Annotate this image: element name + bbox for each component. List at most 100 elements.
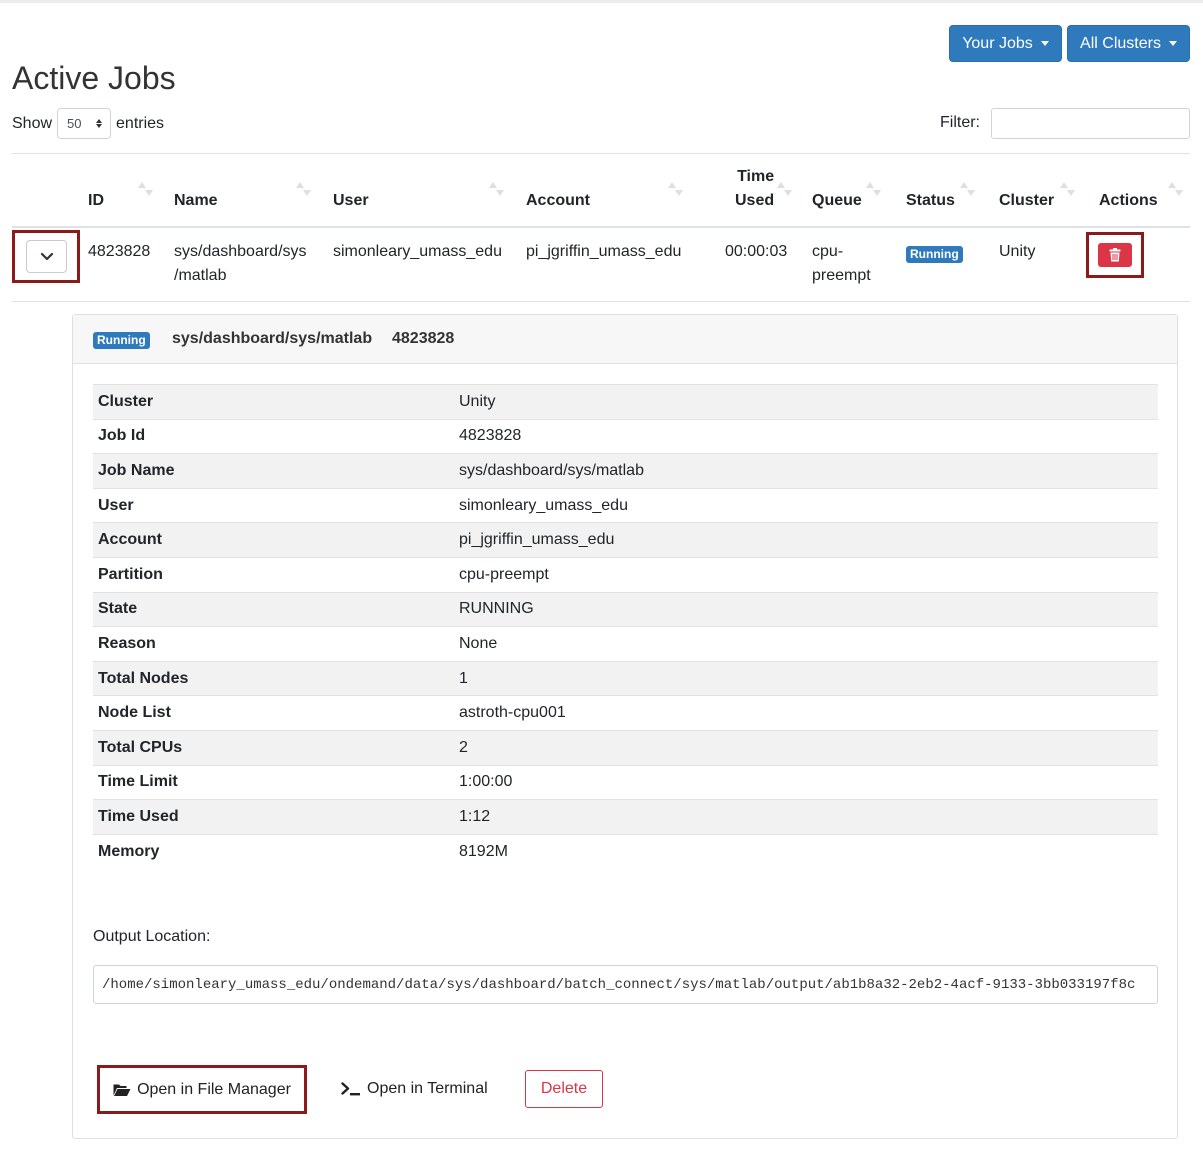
detail-key: Node List bbox=[93, 695, 454, 731]
filter-input[interactable] bbox=[991, 108, 1190, 139]
detail-key: Cluster bbox=[93, 384, 454, 420]
delete-job-button[interactable] bbox=[1098, 243, 1132, 267]
open-file-manager-label: Open in File Manager bbox=[137, 1080, 291, 1098]
job-details-header: Running sys/dashboard/sys/matlab 4823828 bbox=[73, 315, 1177, 364]
column-header-actions: Actions bbox=[1099, 192, 1158, 209]
detail-value: cpu-preempt bbox=[454, 556, 1158, 593]
detail-key: Job Id bbox=[93, 418, 454, 454]
detail-value: RUNNING bbox=[454, 591, 1158, 627]
job-name-line2: /matlab bbox=[174, 267, 227, 284]
open-terminal-label: Open in Terminal bbox=[367, 1080, 488, 1097]
caret-down-icon bbox=[1040, 41, 1049, 46]
detail-key: Time Used bbox=[93, 799, 454, 835]
job-name-cell: sys/dashboard/sys /matlab bbox=[174, 240, 307, 288]
table-row: Job Id 4823828 bbox=[93, 418, 1158, 454]
time-used-header-line2: Used bbox=[735, 192, 775, 209]
all-clusters-label: All Clusters bbox=[1080, 34, 1161, 52]
details-status-badge: Running bbox=[93, 332, 150, 349]
filter-label: Filter: bbox=[940, 114, 980, 131]
job-cluster-cell: Unity bbox=[999, 243, 1036, 260]
table-row: Memory 8192M bbox=[93, 833, 1158, 869]
table-row: User simonleary_umass_edu bbox=[93, 487, 1158, 523]
table-row: Node List astroth-cpu001 bbox=[93, 695, 1158, 731]
your-jobs-dropdown[interactable]: Your Jobs bbox=[949, 25, 1062, 62]
detail-key: Account bbox=[93, 522, 454, 558]
column-header-user[interactable]: User bbox=[333, 189, 369, 213]
status-badge: Running bbox=[906, 246, 963, 263]
file-manager-highlight: Open in File Manager bbox=[97, 1065, 307, 1114]
terminal-icon bbox=[341, 1082, 360, 1096]
detail-value: Unity bbox=[454, 384, 1158, 420]
job-account-cell: pi_jgriffin_umass_edu bbox=[526, 243, 682, 260]
trash-icon bbox=[1109, 248, 1121, 262]
output-location-path[interactable]: /home/simonleary_umass_edu/ondemand/data… bbox=[93, 965, 1158, 1004]
detail-value: 1:00:00 bbox=[454, 764, 1158, 800]
job-status-cell: Running bbox=[906, 242, 963, 266]
expand-highlight bbox=[12, 230, 80, 283]
sort-icon[interactable] bbox=[960, 182, 975, 198]
detail-key: Total CPUs bbox=[93, 729, 454, 766]
time-used-header-line1: Time bbox=[737, 168, 775, 185]
expand-row-button[interactable] bbox=[26, 240, 67, 273]
sort-icon[interactable] bbox=[777, 182, 792, 198]
column-header-time-used[interactable]: Time Used bbox=[735, 165, 774, 213]
detail-value: 1 bbox=[454, 660, 1158, 696]
sort-icon[interactable] bbox=[489, 182, 504, 198]
column-header-id[interactable]: ID bbox=[88, 189, 104, 213]
job-name-line1: sys/dashboard/sys bbox=[174, 243, 307, 260]
detail-value: 8192M bbox=[454, 833, 1158, 869]
job-queue-line1: cpu- bbox=[812, 243, 844, 260]
detail-value: pi_jgriffin_umass_edu bbox=[454, 522, 1158, 558]
table-row: Time Used 1:12 bbox=[93, 799, 1158, 835]
output-location-label: Output Location: bbox=[93, 928, 211, 945]
detail-key: State bbox=[93, 591, 454, 627]
chevron-down-icon bbox=[40, 252, 53, 260]
entries-control: Show 50 entries bbox=[12, 108, 164, 139]
all-clusters-dropdown[interactable]: All Clusters bbox=[1067, 25, 1190, 62]
job-user-cell: simonleary_umass_edu bbox=[333, 243, 502, 260]
sort-icon[interactable] bbox=[138, 182, 153, 198]
delete-button[interactable]: Delete bbox=[525, 1070, 603, 1108]
sort-icon[interactable] bbox=[866, 182, 881, 198]
detail-value: simonleary_umass_edu bbox=[454, 487, 1158, 523]
folder-open-icon bbox=[113, 1084, 131, 1096]
sort-icon[interactable] bbox=[668, 182, 683, 198]
detail-value: 4823828 bbox=[454, 418, 1158, 454]
table-row: Time Limit 1:00:00 bbox=[93, 764, 1158, 800]
job-details-table: Cluster Unity Job Id 4823828 Job Name sys/d… bbox=[93, 384, 1158, 869]
detail-value: 2 bbox=[454, 729, 1158, 766]
detail-key: Memory bbox=[93, 833, 454, 869]
detail-value: sys/dashboard/sys/matlab bbox=[454, 453, 1158, 489]
table-row: Cluster Unity bbox=[93, 384, 1158, 420]
entries-label: entries bbox=[116, 114, 165, 132]
table-row: Total Nodes 1 bbox=[93, 660, 1158, 696]
job-queue-line2: preempt bbox=[812, 267, 871, 284]
open-file-manager-button[interactable]: Open in File Manager bbox=[100, 1068, 304, 1111]
detail-key: Partition bbox=[93, 556, 454, 593]
detail-key: Job Name bbox=[93, 453, 454, 489]
sort-icon[interactable] bbox=[1060, 182, 1075, 198]
detail-key: Reason bbox=[93, 626, 454, 662]
job-id-cell: 4823828 bbox=[88, 243, 151, 260]
divider bbox=[12, 153, 1190, 154]
entries-value: 50 bbox=[67, 116, 82, 131]
column-header-queue[interactable]: Queue bbox=[812, 189, 862, 213]
column-header-cluster[interactable]: Cluster bbox=[999, 189, 1054, 213]
details-job-name: sys/dashboard/sys/matlab bbox=[172, 330, 373, 347]
column-header-status[interactable]: Status bbox=[906, 189, 955, 213]
column-header-name[interactable]: Name bbox=[174, 189, 218, 213]
entries-select[interactable]: 50 bbox=[57, 108, 112, 139]
header-divider bbox=[12, 226, 1190, 228]
table-row: Partition cpu-preempt bbox=[93, 556, 1158, 593]
show-label: Show bbox=[12, 114, 53, 132]
detail-key: Time Limit bbox=[93, 764, 454, 800]
sort-icon[interactable] bbox=[296, 182, 311, 198]
your-jobs-label: Your Jobs bbox=[962, 34, 1033, 52]
delete-highlight bbox=[1086, 232, 1144, 278]
table-row: Total CPUs 2 bbox=[93, 729, 1158, 766]
select-arrows-icon bbox=[96, 119, 103, 128]
column-header-account[interactable]: Account bbox=[526, 189, 590, 213]
open-terminal-button[interactable]: Open in Terminal bbox=[341, 1070, 488, 1108]
table-row: Reason None bbox=[93, 626, 1158, 662]
sort-icon[interactable] bbox=[1168, 182, 1183, 198]
